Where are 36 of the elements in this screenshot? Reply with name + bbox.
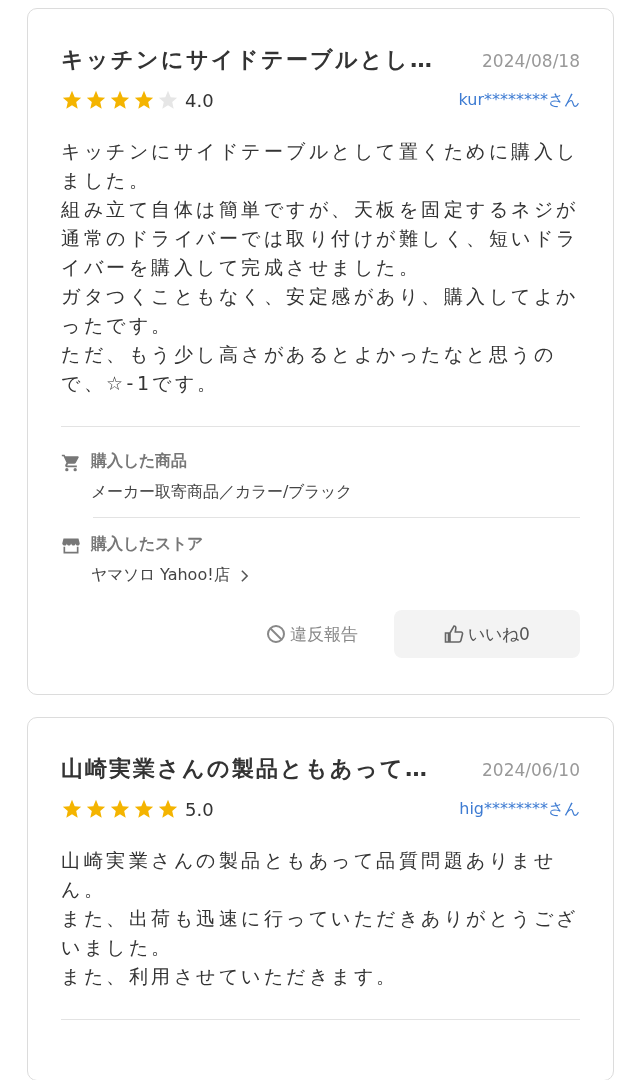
review-text: ただ、もう少し高さがあるとよかったなと思うので、☆-1です。 <box>61 342 557 396</box>
review-text: また、利用させていただきます。 <box>61 964 400 989</box>
review-title: キッチンにサイドテーブルとし… <box>61 46 434 74</box>
review-text: キッチンにサイドテーブルとして置くために購入しました。 <box>61 139 580 193</box>
review-text: ガタつくこともなく、安定感があり、購入してよかったです。 <box>61 284 580 338</box>
store-link[interactable]: ヤマソロ Yahoo!店 <box>91 565 249 586</box>
review-text: また、出荷も迅速に行っていただきありがとうございました。 <box>61 906 580 960</box>
detail-value: メーカー取寄商品／カラー/ブラック <box>91 482 353 503</box>
star-icon <box>61 798 83 820</box>
like-button[interactable]: いいね0 <box>394 610 580 658</box>
review-date: 2024/08/18 <box>482 51 580 71</box>
reviewer-name-link[interactable]: hig********さん <box>459 798 580 820</box>
star-icon <box>157 89 179 111</box>
review-text: 組み立て自体は簡単ですが、天板を固定するネジが通常のドライバーでは取り付けが難しく、短いドライバーを購入して完成させました。 <box>61 197 580 280</box>
reviewer-name-link[interactable]: kur********さん <box>458 89 580 111</box>
star-icon <box>85 798 107 820</box>
prohibited-icon <box>266 624 286 644</box>
review-date: 2024/06/10 <box>482 760 580 780</box>
detail-label: 購入した商品 <box>91 451 188 472</box>
store-icon <box>61 536 81 556</box>
star-icon <box>133 89 155 111</box>
detail-label: 購入したストア <box>91 534 204 555</box>
star-icon <box>109 798 131 820</box>
star-icon <box>85 89 107 111</box>
star-icon <box>61 89 83 111</box>
rating-value: 5.0 <box>185 798 214 820</box>
review-text: 山崎実業さんの製品ともあって品質問題ありません。 <box>61 848 557 902</box>
star-icon <box>157 798 179 820</box>
rating-value: 4.0 <box>185 89 214 111</box>
star-icon <box>133 798 155 820</box>
chevron-right-icon <box>239 568 249 583</box>
review-title: 山崎実業さんの製品ともあって… <box>61 755 429 783</box>
thumbs-up-icon <box>444 624 465 644</box>
report-button[interactable]: 違反報告 <box>244 610 380 658</box>
cart-icon <box>61 453 81 473</box>
star-icon <box>109 89 131 111</box>
